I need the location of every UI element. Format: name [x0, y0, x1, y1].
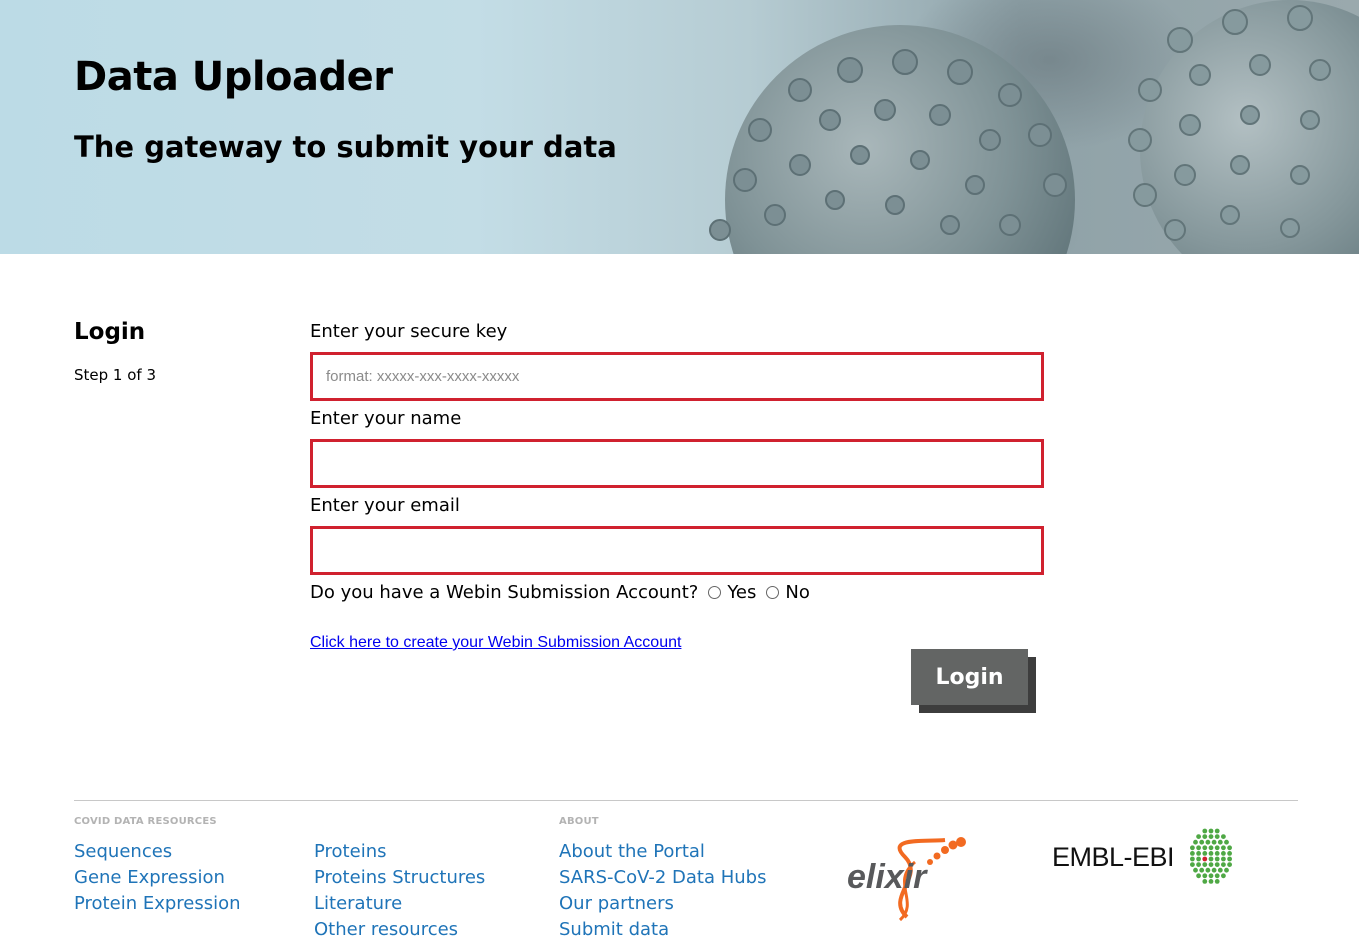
step-indicator: Step 1 of 3 [74, 366, 157, 384]
hexagon-dot [1208, 856, 1214, 862]
hexagon-dot [1221, 856, 1226, 862]
hexagon-dot [1221, 862, 1226, 867]
hexagon-dot [1205, 867, 1211, 873]
hexagon-dot [1214, 879, 1220, 884]
hexagon-dot [1196, 834, 1202, 839]
hexagon-dot [1190, 862, 1195, 867]
footer-divider [74, 800, 1298, 801]
email-label: Enter your email [310, 495, 460, 516]
secure-key-input[interactable] [310, 352, 1044, 401]
about-heading: ABOUT [559, 816, 599, 827]
email-input[interactable] [310, 526, 1044, 575]
hexagon-dot [1202, 845, 1208, 851]
hexagon-dot [1221, 851, 1226, 856]
hexagon-dot [1217, 839, 1223, 845]
hexagon-dot [1221, 845, 1226, 851]
create-webin-account-link[interactable]: Click here to create your Webin Submissi… [310, 634, 681, 652]
webin-account-question-row: Do you have a Webin Submission Account? … [310, 582, 810, 603]
hexagon-dot [1214, 834, 1220, 839]
hexagon-dot [1214, 828, 1220, 834]
page-subtitle: The gateway to submit your data [74, 130, 617, 164]
hexagon-dot [1214, 862, 1220, 867]
hexagon-dot [1211, 867, 1217, 873]
webin-yes-radio[interactable] [708, 586, 722, 599]
hexagon-dot [1227, 845, 1233, 851]
footer-link-proteins[interactable]: Proteins [314, 839, 485, 865]
page-title: Data Uploader [74, 54, 393, 100]
hexagon-dot [1202, 862, 1208, 867]
hexagon-dot [1199, 867, 1205, 873]
hexagon-dot [1214, 873, 1220, 879]
footer-link-data-hubs[interactable]: SARS-CoV-2 Data Hubs [559, 865, 766, 891]
hexagon-dot [1196, 845, 1202, 851]
hexagon-dot [1221, 834, 1226, 839]
name-input[interactable] [310, 439, 1044, 488]
footer-link-about-portal[interactable]: About the Portal [559, 839, 766, 865]
hexagon-dot [1208, 828, 1214, 834]
hexagon-dot [1202, 851, 1208, 856]
hexagon-dot [1227, 862, 1233, 867]
hexagon-dot [1199, 839, 1205, 845]
hexagon-dot [1202, 828, 1208, 834]
hexagon-dot [1224, 867, 1229, 873]
hexagon-dot [1208, 873, 1214, 879]
footer-link-sequences[interactable]: Sequences [74, 839, 241, 865]
footer-link-literature[interactable]: Literature [314, 891, 485, 917]
covid-resources-column-2: Proteins Proteins Structures Literature … [314, 839, 485, 943]
virus-banner-image [709, 0, 1359, 254]
footer-link-protein-expression[interactable]: Protein Expression [74, 891, 241, 917]
webin-no-radio[interactable] [766, 586, 780, 599]
hexagon-dot [1202, 873, 1208, 879]
hexagon-dot [1196, 856, 1202, 862]
hexagon-dot [1217, 867, 1223, 873]
hexagon-dot [1196, 851, 1202, 856]
embl-ebi-wordmark: EMBL-EBI [1052, 841, 1175, 872]
hexagon-dot [1211, 839, 1217, 845]
webin-account-question: Do you have a Webin Submission Account? [310, 582, 699, 603]
hexagon-dot [1227, 851, 1233, 856]
hexagon-dot [1221, 873, 1226, 879]
footer-link-gene-expression[interactable]: Gene Expression [74, 865, 241, 891]
hexagon-dot [1202, 834, 1208, 839]
hexagon-dot [1208, 834, 1214, 839]
covid-resources-column-1: Sequences Gene Expression Protein Expres… [74, 839, 241, 917]
embl-ebi-logo[interactable]: EMBL-EBI [1052, 826, 1240, 888]
hexagon-dot [1196, 862, 1202, 867]
login-section-title: Login [74, 319, 146, 345]
hexagon-dot [1208, 879, 1214, 884]
about-column: About the Portal SARS-CoV-2 Data Hubs Ou… [559, 839, 766, 943]
hexagon-dot [1214, 845, 1220, 851]
hexagon-dot [1224, 839, 1229, 845]
hexagon-dot [1214, 856, 1220, 862]
footer-link-protein-structures[interactable]: Proteins Structures [314, 865, 485, 891]
secure-key-label: Enter your secure key [310, 321, 508, 342]
footer-link-submit-data[interactable]: Submit data [559, 917, 766, 943]
hexagon-dot [1190, 856, 1195, 862]
hexagon-dot [1190, 845, 1195, 851]
hexagon-dot [1214, 851, 1220, 856]
hexagon-dot [1193, 839, 1198, 845]
hexagon-dot [1208, 845, 1214, 851]
hexagon-dot [1205, 839, 1211, 845]
footer-link-other-resources[interactable]: Other resources [314, 917, 485, 943]
hexagon-dot [1208, 851, 1214, 856]
covid-resources-heading: COVID DATA RESOURCES [74, 816, 217, 827]
hexagon-dot [1227, 856, 1233, 862]
webin-yes-label: Yes [727, 582, 757, 603]
webin-no-label: No [785, 582, 810, 603]
elixir-logo[interactable]: elixir [845, 832, 970, 931]
login-button[interactable]: Login [911, 649, 1028, 705]
hero-banner: Data Uploader The gateway to submit your… [0, 0, 1359, 254]
embl-hexagon-icon [1190, 828, 1233, 884]
hexagon-dot [1193, 867, 1198, 873]
hexagon-dot [1202, 879, 1208, 884]
svg-text:elixir: elixir [847, 858, 928, 896]
hexagon-dot [1208, 862, 1214, 867]
hexagon-dot [1202, 856, 1208, 862]
name-label: Enter your name [310, 408, 462, 429]
hexagon-dot [1190, 851, 1195, 856]
hexagon-dot [1196, 873, 1202, 879]
footer-link-our-partners[interactable]: Our partners [559, 891, 766, 917]
